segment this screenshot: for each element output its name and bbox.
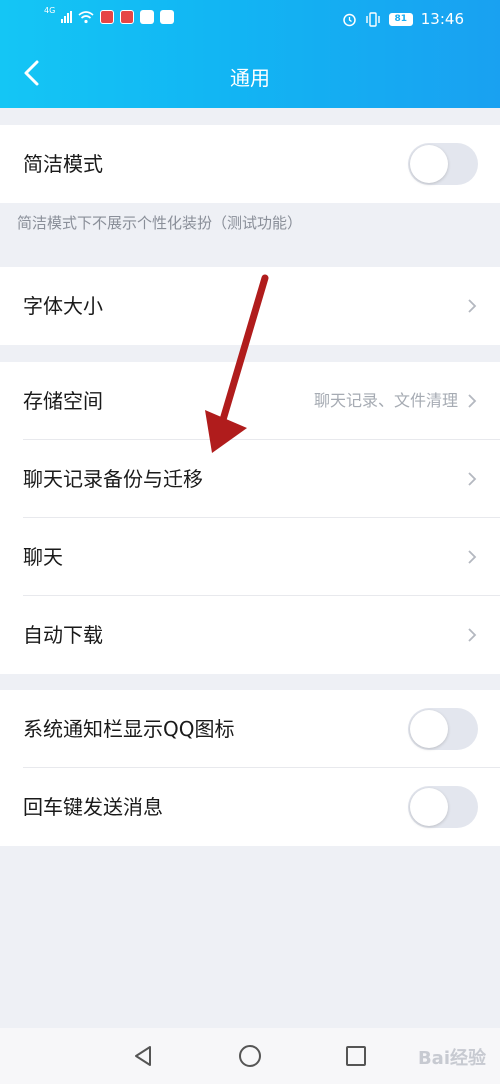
- app-notification-icon: [160, 10, 175, 24]
- toggle-knob: [410, 145, 448, 183]
- simple-mode-label: 简洁模式: [23, 152, 103, 176]
- watermark: Bai经验: [417, 1048, 486, 1069]
- status-time: 13:46: [420, 10, 464, 28]
- storage-row[interactable]: 存储空间 聊天记录、文件清理: [0, 362, 500, 440]
- status-right: 81 13:46: [342, 10, 464, 28]
- chat-label: 聊天: [23, 545, 63, 569]
- chevron-right-icon: [468, 628, 477, 642]
- enter-to-send-toggle[interactable]: [408, 786, 478, 828]
- chat-backup-row[interactable]: 聊天记录备份与迁移: [0, 440, 500, 518]
- toggle-group: 系统通知栏显示QQ图标 回车键发送消息: [0, 690, 500, 846]
- app-notification-icon: [140, 10, 155, 24]
- system-nav-bar: Bai经验: [0, 1028, 500, 1084]
- app-notification-icon: [100, 10, 115, 24]
- simple-mode-toggle[interactable]: [408, 143, 478, 185]
- toggle-knob: [410, 710, 448, 748]
- battery-icon: 81: [388, 12, 413, 26]
- font-size-row[interactable]: 字体大小: [0, 267, 500, 345]
- chat-backup-label: 聊天记录备份与迁移: [23, 467, 203, 491]
- storage-label: 存储空间: [23, 389, 103, 413]
- chevron-right-icon: [468, 550, 477, 564]
- alarm-icon: [343, 13, 356, 26]
- chat-row[interactable]: 聊天: [0, 518, 500, 596]
- status-left: 4G: [44, 6, 175, 24]
- chevron-right-icon: [468, 472, 477, 486]
- toggle-knob: [410, 788, 448, 826]
- vibrate-icon: [366, 11, 380, 27]
- wifi-icon: [78, 11, 94, 24]
- app-notification-icon: [120, 10, 135, 24]
- storage-hint: 聊天记录、文件清理: [313, 391, 458, 410]
- auto-download-row[interactable]: 自动下载: [0, 596, 500, 674]
- qq-icon-notification-toggle[interactable]: [408, 708, 478, 750]
- simple-mode-caption: 简洁模式下不展示个性化装扮（测试功能）: [17, 214, 303, 232]
- header-bar: 4G 81 13:46 通用: [0, 0, 500, 108]
- enter-to-send-label: 回车键发送消息: [23, 795, 163, 819]
- network-type: 4G: [44, 6, 56, 15]
- signal-icon: [61, 11, 73, 23]
- simple-mode-row: 简洁模式: [0, 125, 500, 203]
- nav-recents-icon[interactable]: [342, 1042, 370, 1070]
- chevron-right-icon: [468, 394, 477, 408]
- font-size-group: 字体大小: [0, 267, 500, 345]
- nav-back-icon[interactable]: [130, 1042, 158, 1070]
- storage-group: 存储空间 聊天记录、文件清理 聊天记录备份与迁移 聊天 自动下载: [0, 362, 500, 674]
- nav-home-icon[interactable]: [236, 1042, 264, 1070]
- auto-download-label: 自动下载: [23, 623, 103, 647]
- font-size-label: 字体大小: [23, 294, 103, 318]
- status-bar: 4G 81 13:46: [0, 0, 500, 40]
- chevron-right-icon: [468, 299, 477, 313]
- enter-to-send-row: 回车键发送消息: [0, 768, 500, 846]
- simple-mode-group: 简洁模式: [0, 125, 500, 203]
- page-title: 通用: [230, 66, 270, 90]
- qq-icon-notification-row: 系统通知栏显示QQ图标: [0, 690, 500, 768]
- qq-icon-notification-label: 系统通知栏显示QQ图标: [23, 717, 235, 741]
